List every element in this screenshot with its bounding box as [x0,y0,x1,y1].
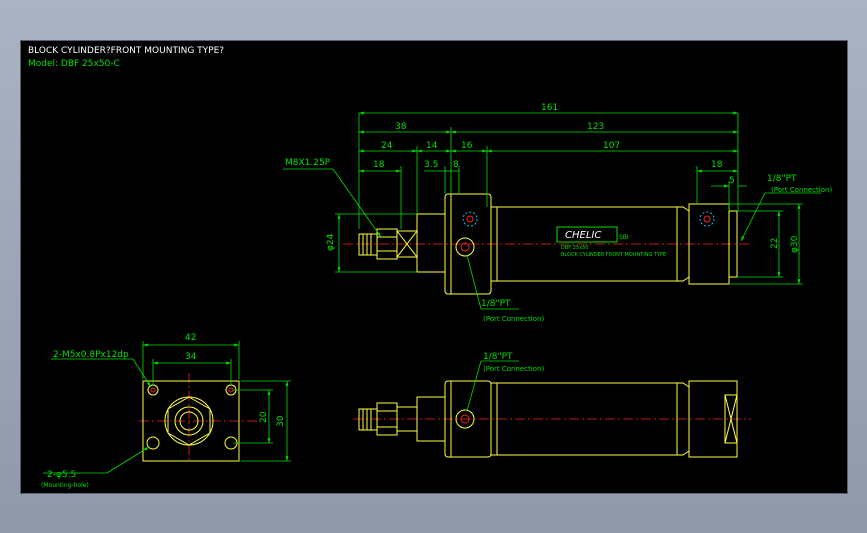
thread-label: M8X1.25P [285,158,331,168]
front-screw-icon [462,211,478,227]
holes-label: 2-M5x0.8Px12dp [53,350,129,360]
dim-16: 16 [461,141,473,151]
bottom-port-label: 1/8"PT [483,352,513,362]
dim-42: 42 [185,333,196,343]
side-dimensions [283,111,821,310]
svg-text:DBF 25x50: DBF 25x50 [561,245,588,251]
model-label: Model: DBF 25x50-C [28,59,120,69]
bottom-port-sub: (Port Connection) [483,365,544,373]
dim-123: 123 [587,122,604,132]
drawing-title: BLOCK CYLINDER?FRONT MOUNTING TYPE? [28,46,224,56]
mount-sub-label: (Mounting-hole) [41,482,89,489]
dim-38: 38 [395,122,407,132]
dim-107: 107 [603,141,620,151]
svg-text:(Port Connection): (Port Connection) [483,315,544,323]
dim-3-5: 3.5 [424,160,438,170]
dim-5: 5 [729,176,735,186]
side-view: CHELIC SBI DBF 25x50 BLOCK CYLINDER FRON… [283,103,832,323]
front-port-icon [455,237,475,257]
dim-161: 161 [541,103,558,113]
bottom-view: 1/8"PT (Port Connection) [353,352,751,458]
cad-viewport[interactable]: BLOCK CYLINDER?FRONT MOUNTING TYPE? Mode… [20,40,848,494]
port-right-label: 1/8"PT [767,174,797,184]
drawing-canvas: BLOCK CYLINDER?FRONT MOUNTING TYPE? Mode… [28,46,832,489]
svg-text:BLOCK CYLINDER FRONT MOUNTING: BLOCK CYLINDER FRONT MOUNTING TYPE [561,252,666,258]
dim-phi24: φ24 [326,233,336,251]
dim-14: 14 [426,141,438,151]
dim-8: 8 [453,160,459,170]
dim-18-front: 18 [373,160,385,170]
dim-30: 30 [276,415,286,427]
dim-18-rear: 18 [711,160,723,170]
rear-screw-icon [699,211,715,227]
port-bottom-label: 1/8"PT [481,299,511,309]
svg-text:SBI: SBI [619,234,629,241]
end-view: 42 34 2-M5x0.8Px12dp 2-φ5.5 20 30 (Mount… [41,333,291,489]
brand-text: CHELIC [565,230,601,241]
dim-22: 22 [770,238,780,249]
dim-34: 34 [185,352,197,362]
dim-phi30: φ30 [790,235,800,253]
dim-20: 20 [259,411,269,423]
svg-text:(Port Connection): (Port Connection) [771,186,832,194]
dim-24: 24 [381,141,393,151]
mount-label: 2-φ5.5 [47,470,76,480]
